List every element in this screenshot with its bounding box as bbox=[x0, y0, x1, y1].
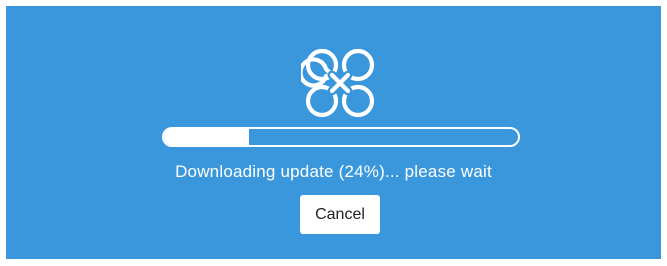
cancel-button[interactable]: Cancel bbox=[300, 195, 380, 234]
progress-fill bbox=[164, 129, 249, 145]
status-message: Downloading update (24%)... please wait bbox=[175, 162, 492, 181]
download-progress-bar bbox=[162, 127, 520, 147]
update-dialog: Downloading update (24%)... please wait … bbox=[6, 6, 661, 259]
quatrefoil-loops-icon bbox=[301, 48, 375, 118]
